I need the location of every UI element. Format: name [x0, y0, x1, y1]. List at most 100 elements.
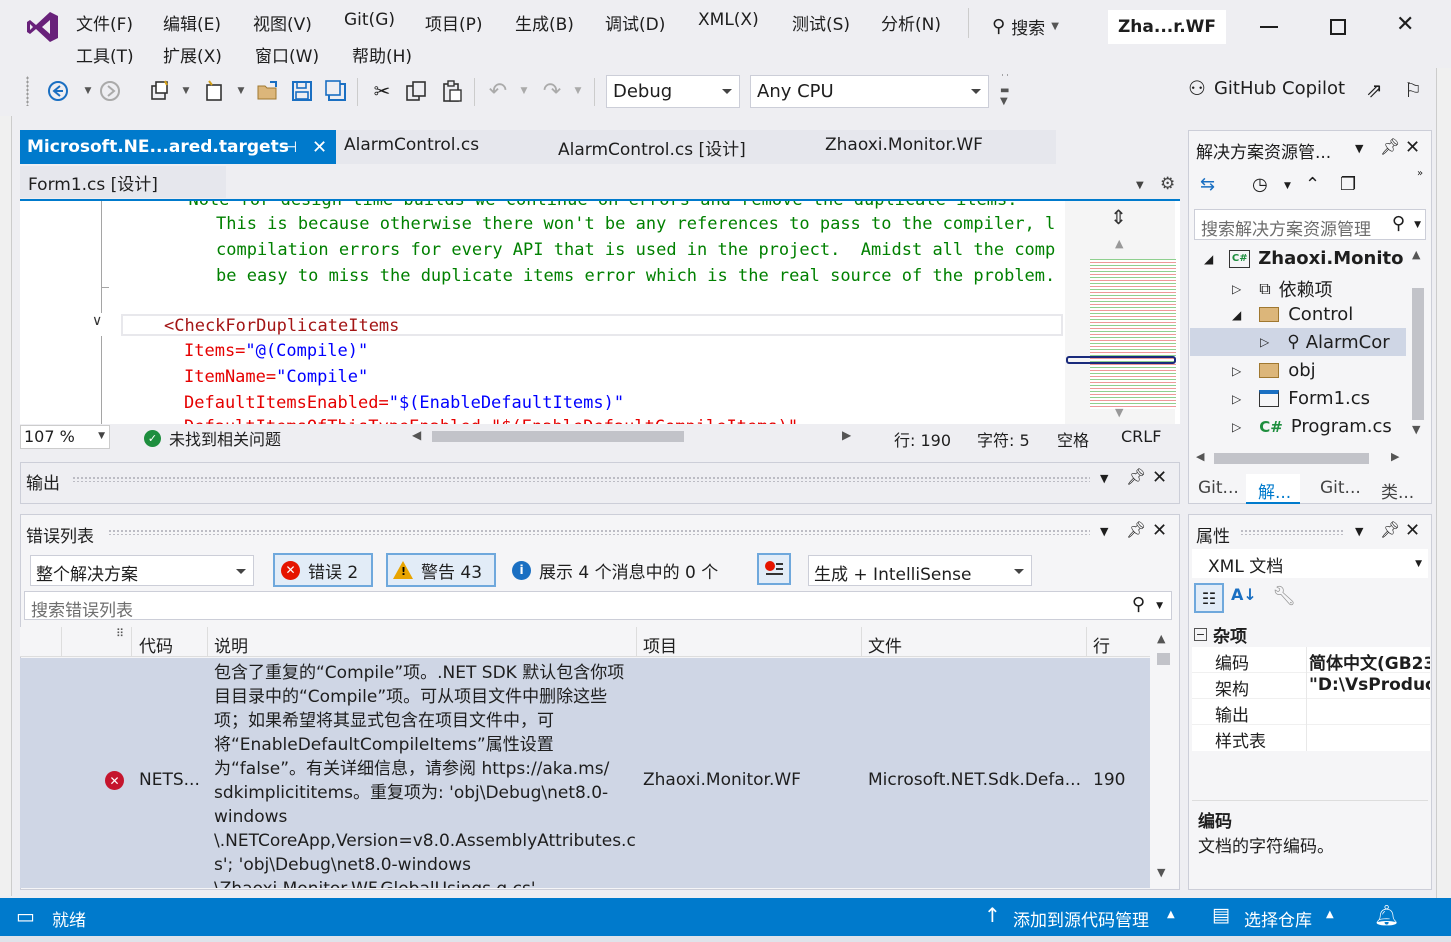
- build-only-toggle-icon[interactable]: [757, 553, 791, 585]
- chevron-down-icon[interactable]: ▼: [1100, 472, 1108, 485]
- notification-bell-icon[interactable]: 🔔︎: [1374, 903, 1399, 927]
- cut-icon[interactable]: ✂: [370, 79, 394, 103]
- pin-icon[interactable]: 📌︎: [1126, 520, 1146, 539]
- tree-item-control-folder[interactable]: ◢ Control: [1232, 304, 1353, 325]
- scroll-down-icon[interactable]: ▼: [1157, 866, 1165, 879]
- menu-edit[interactable]: 编辑(E): [163, 10, 221, 35]
- chevron-down-icon[interactable]: ▼: [174, 79, 198, 103]
- error-search-box[interactable]: 搜索错误列表 ⚲ ▼: [24, 591, 1172, 621]
- messages-filter-button[interactable]: i 展示 4 个消息中的 0 个: [512, 553, 718, 587]
- tree-item-alarmcontrol[interactable]: ▷ ⚲ AlarmCor: [1190, 328, 1406, 356]
- pin-icon[interactable]: ⊣: [284, 138, 297, 156]
- scroll-down-icon[interactable]: ▼: [1412, 423, 1420, 436]
- tree-item-form1[interactable]: ▷ Form1.cs: [1232, 388, 1370, 409]
- sort-icon[interactable]: ⠿: [116, 627, 124, 640]
- redo-icon[interactable]: ↷: [540, 79, 564, 104]
- menu-window[interactable]: 窗口(W): [255, 42, 319, 67]
- property-row[interactable]: 输出: [1192, 699, 1430, 726]
- global-search[interactable]: ⚲ 搜索 ▼: [992, 12, 1059, 40]
- chevron-down-icon[interactable]: ▼: [1355, 525, 1363, 538]
- tree-item-project[interactable]: ◢ C# Zhaoxi.Monito: [1204, 248, 1403, 269]
- tab-class-view[interactable]: 类...: [1381, 478, 1414, 503]
- tree-item-obj-folder[interactable]: ▷ obj: [1232, 360, 1316, 381]
- source-dropdown[interactable]: 生成 + IntelliSense: [808, 555, 1032, 586]
- collapse-all-icon[interactable]: ⌃: [1305, 174, 1320, 195]
- object-selector[interactable]: XML 文档 ▼: [1192, 549, 1428, 578]
- categorized-view-icon[interactable]: ☷: [1194, 583, 1224, 613]
- solution-vertical-scrollbar[interactable]: ▲ ▼: [1408, 248, 1428, 444]
- menu-help[interactable]: 帮助(H): [352, 42, 412, 67]
- zoom-dropdown[interactable]: 107 % ▼: [20, 425, 110, 449]
- solution-search-input[interactable]: 搜索解决方案资源管理: [1201, 215, 1371, 240]
- chevron-down-icon[interactable]: ▼: [1355, 142, 1363, 155]
- scrollbar-thumb[interactable]: [1412, 288, 1424, 420]
- share-icon[interactable]: ⇗: [1366, 78, 1383, 102]
- property-row[interactable]: 样式表: [1192, 725, 1430, 752]
- menu-extensions[interactable]: 扩展(X): [163, 42, 222, 67]
- property-pages-icon[interactable]: 🔧︎: [1272, 584, 1296, 607]
- paste-icon[interactable]: [440, 79, 464, 103]
- scrollbar-thumb[interactable]: [1157, 653, 1170, 665]
- save-icon[interactable]: [290, 79, 314, 103]
- tab-zhaoxi-monitor-wf[interactable]: Zhaoxi.Monitor.WF: [825, 135, 983, 155]
- menu-xml[interactable]: XML(X): [698, 10, 759, 30]
- chevron-down-icon[interactable]: ▼: [566, 79, 590, 103]
- undo-icon[interactable]: ↶: [486, 79, 510, 104]
- toolbar-overflow-icon[interactable]: ˙˙ ▬ ▼: [1000, 74, 1010, 107]
- chevron-down-icon[interactable]: ▼: [1100, 525, 1108, 538]
- minimap-viewport[interactable]: [1066, 356, 1176, 364]
- menu-build[interactable]: 生成(B): [515, 10, 574, 35]
- split-icon[interactable]: ⇕: [1110, 205, 1127, 229]
- errors-filter-button[interactable]: ✕ 错误 2: [273, 553, 373, 587]
- close-icon[interactable]: ✕: [1152, 467, 1167, 488]
- copilot-button[interactable]: ⚇ GitHub Copilot: [1188, 76, 1345, 100]
- save-all-icon[interactable]: [324, 79, 348, 103]
- solution-search-box[interactable]: 搜索解决方案资源管理 ⚲ ▼: [1194, 209, 1426, 240]
- chevron-down-icon[interactable]: ▼: [1284, 181, 1291, 191]
- settings-icon[interactable]: ⚙: [1160, 174, 1175, 194]
- close-icon[interactable]: ✕: [312, 137, 327, 158]
- error-search-input[interactable]: 搜索错误列表: [31, 596, 133, 621]
- tab-alarmcontrol-cs[interactable]: AlarmControl.cs: [344, 135, 479, 155]
- configuration-dropdown[interactable]: Debug: [606, 75, 740, 108]
- select-repository-button[interactable]: 选择仓库: [1244, 906, 1312, 931]
- collapse-toggle-icon[interactable]: ∨: [92, 313, 102, 329]
- platform-dropdown[interactable]: Any CPU: [750, 75, 989, 108]
- pin-icon[interactable]: 📌︎: [1380, 520, 1400, 539]
- chevron-down-icon[interactable]: ▼: [512, 79, 536, 103]
- sync-view-icon[interactable]: ⇆: [1200, 174, 1215, 195]
- issues-indicator[interactable]: ✓ 未找到相关问题: [144, 426, 281, 450]
- tab-git-changes[interactable]: Git...: [1198, 478, 1239, 498]
- property-category[interactable]: − 杂项: [1194, 622, 1247, 647]
- line-indicator[interactable]: 行: 190: [894, 427, 951, 451]
- menu-file[interactable]: 文件(F): [76, 10, 133, 35]
- close-icon[interactable]: ✕: [1405, 137, 1420, 158]
- tab-microsoft-targets[interactable]: Microsoft.NE...ared.targets ⊣ ✕: [20, 130, 336, 164]
- scroll-up-icon[interactable]: ▲: [1115, 237, 1123, 250]
- chevron-down-icon[interactable]: ▼: [229, 79, 253, 103]
- code-editor[interactable]: ∨ Note for design-time builds we continu…: [20, 199, 1180, 424]
- show-all-files-icon[interactable]: ❐: [1340, 174, 1356, 195]
- tree-item-dependencies[interactable]: ▷ ⧉ 依赖项: [1232, 276, 1333, 302]
- tab-git-repo[interactable]: Git...: [1320, 478, 1361, 498]
- scope-dropdown[interactable]: 整个解决方案: [30, 555, 254, 586]
- add-source-control-button[interactable]: 添加到源代码管理: [1013, 906, 1149, 931]
- pin-icon[interactable]: 📌︎: [1380, 137, 1400, 156]
- output-window-icon[interactable]: ▭: [16, 904, 35, 928]
- column-header-file[interactable]: 文件: [868, 632, 902, 657]
- close-icon[interactable]: ✕: [1152, 520, 1167, 541]
- back-icon[interactable]: [46, 79, 70, 103]
- tab-solution-explorer[interactable]: 解...: [1246, 474, 1300, 504]
- column-header-line[interactable]: 行: [1093, 632, 1110, 657]
- property-row[interactable]: 架构 "D:\VsProduc: [1192, 673, 1430, 700]
- scroll-left-icon[interactable]: ◀: [412, 428, 421, 442]
- warnings-filter-button[interactable]: ! 警告 43: [386, 553, 496, 587]
- copy-icon[interactable]: [404, 79, 428, 103]
- menu-test[interactable]: 测试(S): [792, 10, 850, 35]
- close-window-button[interactable]: ✕: [1396, 12, 1414, 37]
- solution-horizontal-scrollbar[interactable]: ◀ ▶: [1196, 450, 1408, 466]
- toolbar-overflow-icon[interactable]: »: [1417, 168, 1423, 179]
- pin-icon[interactable]: 📌︎: [1126, 467, 1146, 486]
- column-header-code[interactable]: 代码: [139, 632, 173, 657]
- tab-alarmcontrol-design[interactable]: AlarmControl.cs [设计]: [558, 135, 746, 160]
